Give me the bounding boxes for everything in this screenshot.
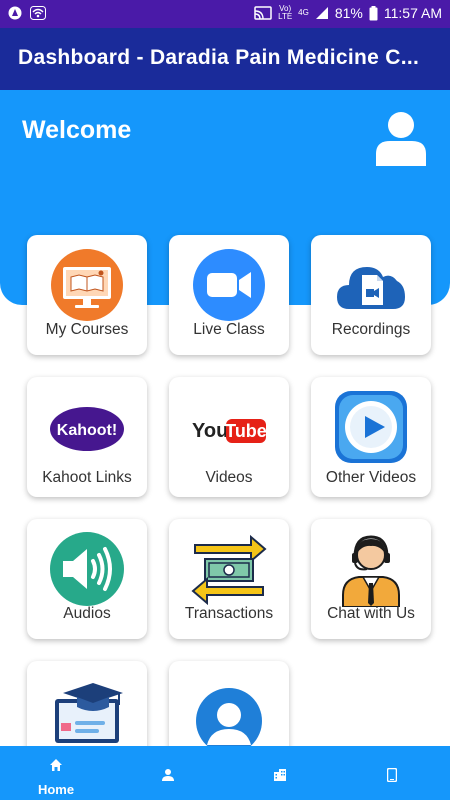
page-title: Dashboard - Daradia Pain Medicine C... <box>18 46 420 69</box>
other-videos-card[interactable]: Other Videos <box>311 377 431 497</box>
svg-text:You: You <box>192 420 228 442</box>
app-bar: Dashboard - Daradia Pain Medicine C... <box>0 28 450 90</box>
nav-contact[interactable] <box>336 746 448 800</box>
zoom-camera-icon <box>193 249 265 321</box>
recordings-card[interactable]: Recordings <box>311 235 431 355</box>
bottom-navigation: Home <box>0 746 450 800</box>
graduation-screen-icon <box>55 683 123 743</box>
card-label: Videos <box>205 469 253 486</box>
battery-icon <box>369 5 378 20</box>
transactions-card[interactable]: Transactions <box>169 519 289 639</box>
speaker-icon <box>50 532 124 606</box>
card-label: Other Videos <box>325 469 417 486</box>
youtube-logo-icon: You Tube <box>192 419 267 443</box>
money-transfer-icon <box>191 534 267 606</box>
cast-icon <box>254 6 272 20</box>
nav-organization[interactable] <box>224 746 336 800</box>
notification-icon <box>8 6 22 20</box>
clock: 11:57 AM <box>383 5 442 21</box>
videos-card[interactable]: You Tube Videos <box>169 377 289 497</box>
volte-indicator: Vo) LTE <box>278 4 293 21</box>
kahoot-links-card[interactable]: Kahoot! Kahoot Links <box>27 377 147 497</box>
card-label: Recordings <box>331 321 411 338</box>
cloud-video-icon <box>337 267 405 309</box>
phone-icon <box>387 768 397 782</box>
svg-text:Tube: Tube <box>225 421 267 441</box>
profile-avatar-icon[interactable] <box>372 110 430 166</box>
my-courses-card[interactable]: My Courses <box>27 235 147 355</box>
support-agent-icon <box>342 535 400 607</box>
battery-percent: 81% <box>334 5 363 21</box>
chat-with-us-card[interactable]: Chat with Us <box>311 519 431 639</box>
card-label: My Courses <box>45 321 129 338</box>
welcome-heading: Welcome <box>22 116 132 144</box>
home-icon <box>50 759 62 771</box>
status-bar: Vo) LTE 4G 81% 11:57 AM <box>0 0 450 28</box>
card-label: Audios <box>63 605 111 622</box>
live-class-card[interactable]: Live Class <box>169 235 289 355</box>
course-screen-icon <box>51 249 123 321</box>
user-circle-icon <box>196 688 262 749</box>
card-label: Transactions <box>184 605 274 622</box>
wifi-icon <box>30 6 46 20</box>
signal-icon <box>315 7 328 19</box>
nav-home[interactable]: Home <box>0 746 112 800</box>
play-button-icon <box>335 391 407 463</box>
card-label: Chat with Us <box>327 605 415 622</box>
network-type-indicator: 4G <box>298 8 309 17</box>
nav-label: Home <box>37 782 75 797</box>
card-label: Kahoot Links <box>42 469 132 486</box>
card-label: Live Class <box>193 321 265 338</box>
person-icon <box>162 769 174 781</box>
svg-text:Kahoot!: Kahoot! <box>57 422 117 439</box>
audios-card[interactable]: Audios <box>27 519 147 639</box>
kahoot-logo-icon: Kahoot! <box>50 407 124 451</box>
building-icon <box>274 769 286 781</box>
nav-profile[interactable] <box>112 746 224 800</box>
